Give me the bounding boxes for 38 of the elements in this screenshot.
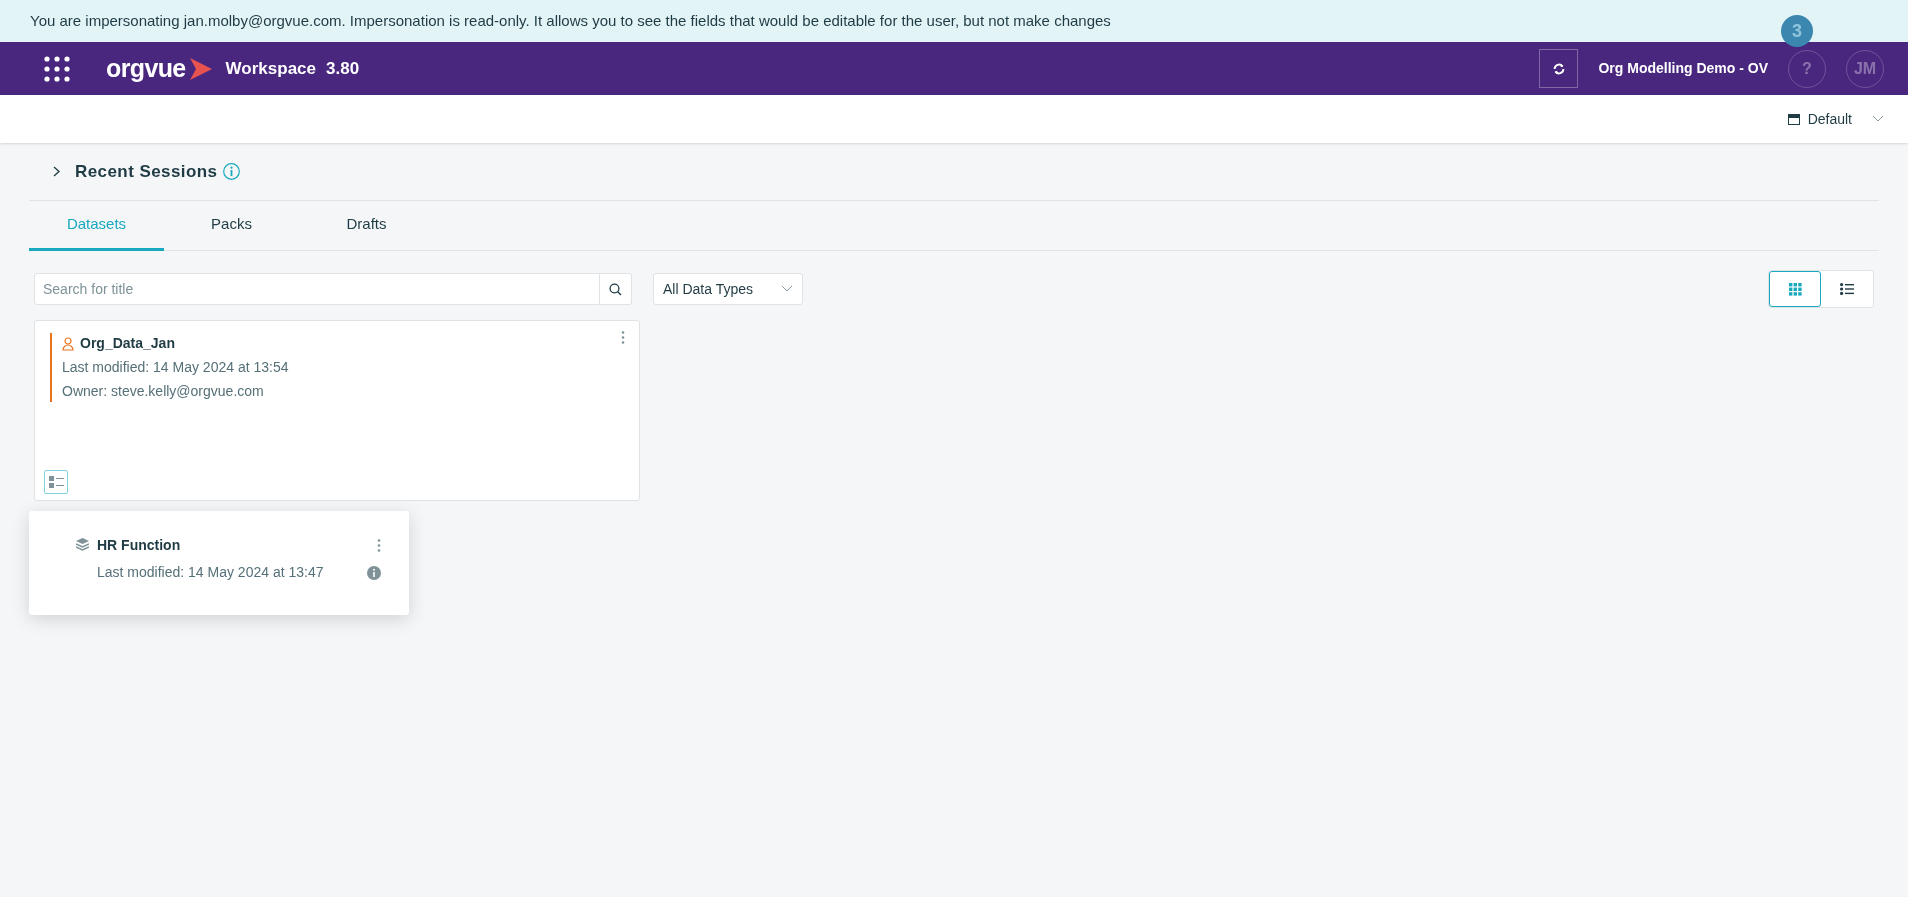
packs-button[interactable] — [44, 470, 68, 494]
chevron-right-icon — [52, 166, 60, 177]
session-name: Org Modelling Demo - OV — [1598, 59, 1768, 78]
data-type-dropdown[interactable]: All Data Types — [653, 273, 803, 305]
search-field[interactable]: Search for title — [34, 273, 600, 305]
list-view-icon — [1840, 283, 1854, 295]
chevron-down-icon — [1872, 115, 1884, 123]
pack-title: HR Function — [97, 536, 181, 555]
layout-icon — [1787, 113, 1800, 125]
view-toggle[interactable] — [1769, 271, 1821, 307]
dataset-title: Org_Data_Jan — [80, 334, 175, 353]
section-title: Recent Sessions — [75, 160, 218, 183]
grid-view-icon — [1788, 282, 1802, 296]
app-version: 3.80 — [326, 57, 360, 80]
impersonation-message: You are impersonating jan.molby@orgvue.com. Impersonation is read-only. It allows you to see the fields that would be editable for the user, but not make changes — [30, 10, 1111, 31]
info-icon[interactable] — [367, 565, 381, 580]
owner: Owner: steve.kelly@orgvue.com — [62, 382, 265, 401]
sync-icon — [1551, 61, 1566, 76]
logo-icon — [187, 55, 212, 82]
info-icon[interactable] — [223, 163, 241, 180]
search-icon — [609, 282, 622, 296]
app-name: Workspace — [225, 57, 316, 80]
last-modified: Last modified: 14 May 2024 at 13:47 — [97, 563, 324, 582]
list-icon — [48, 475, 64, 489]
layers-icon — [76, 538, 89, 551]
tab[interactable]: Packs — [164, 201, 299, 251]
chevron-down-icon — [781, 285, 793, 293]
user-icon — [62, 336, 74, 351]
app-grid-icon[interactable] — [44, 55, 70, 82]
more-icon[interactable] — [377, 539, 381, 552]
dataset-card[interactable]: Org_Data_Jan Last modified: 14 May 2024 at 13:54 Owner: steve.kelly@orgvue.com — [34, 320, 640, 501]
sync-button[interactable] — [1539, 49, 1579, 88]
search-button[interactable] — [600, 273, 632, 305]
layout-dropdown[interactable]: Default — [1787, 108, 1884, 130]
last-modified: Last modified: 14 May 2024 at 13:54 — [62, 358, 289, 377]
logo-text: orgvue — [106, 52, 186, 84]
tab[interactable]: Drafts — [299, 201, 434, 251]
more-icon[interactable] — [621, 331, 625, 344]
